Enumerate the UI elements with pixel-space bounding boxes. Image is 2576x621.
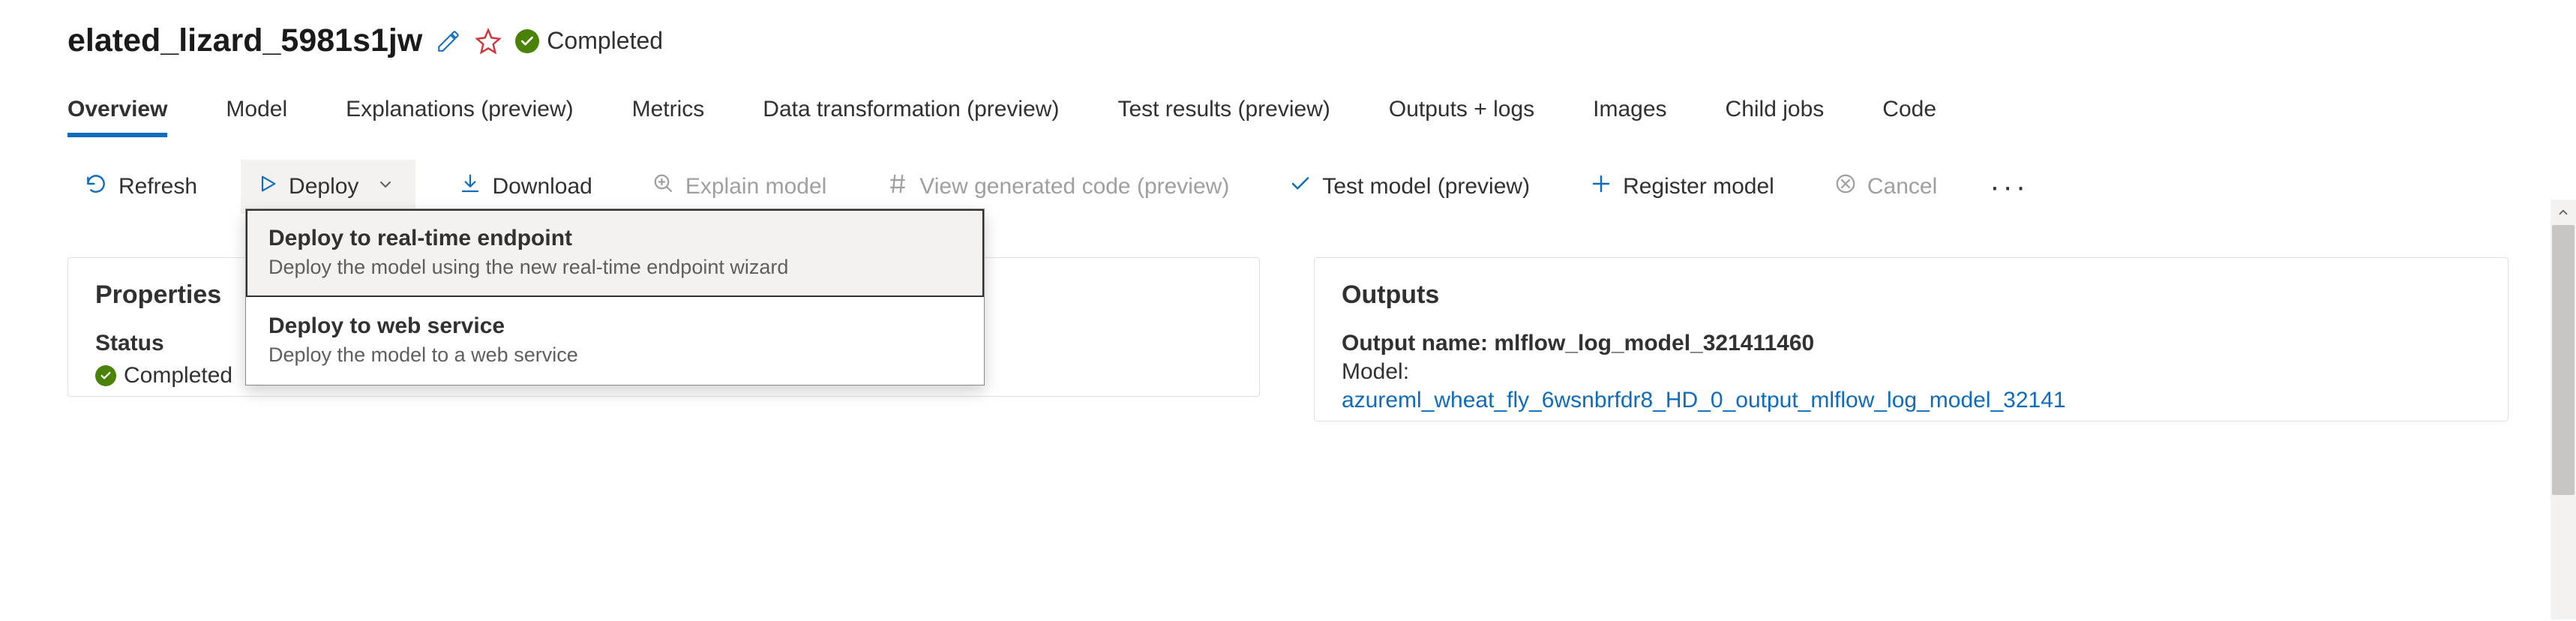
dd-title: Deploy to web service — [268, 314, 961, 339]
outputs-card: Outputs Output name: mlflow_log_model_32… — [1314, 257, 2509, 422]
output-model-label: Model: — [1342, 359, 2481, 385]
refresh-icon — [84, 172, 108, 202]
view-code-button: View generated code (preview) — [870, 159, 1246, 214]
tab-data-transformation[interactable]: Data transformation (preview) — [763, 97, 1059, 137]
refresh-label: Refresh — [118, 174, 197, 200]
viewcode-label: View generated code (preview) — [919, 174, 1229, 200]
deploy-button[interactable]: Deploy — [241, 160, 415, 214]
refresh-button[interactable]: Refresh — [67, 158, 214, 215]
dd-desc: Deploy the model using the new real-time… — [268, 256, 961, 279]
chevron-down-icon — [376, 174, 394, 200]
hash-icon — [886, 172, 909, 201]
edit-icon[interactable] — [436, 28, 461, 54]
explain-model-button: Explain model — [636, 159, 843, 214]
toolbar: Refresh Deploy Download Explain model — [67, 158, 2509, 215]
explain-label: Explain model — [685, 174, 826, 200]
deploy-web-service[interactable]: Deploy to web service Deploy the model t… — [246, 297, 984, 385]
download-icon — [459, 172, 481, 201]
deploy-label: Deploy — [289, 174, 358, 200]
deploy-realtime-endpoint[interactable]: Deploy to real-time endpoint Deploy the … — [246, 209, 984, 297]
tab-images[interactable]: Images — [1593, 97, 1666, 137]
dd-title: Deploy to real-time endpoint — [268, 226, 961, 251]
header: elated_lizard_5981s1jw Completed — [67, 22, 2509, 59]
check-circle-icon — [95, 365, 116, 386]
testmodel-label: Test model (preview) — [1322, 174, 1530, 200]
download-button[interactable]: Download — [442, 159, 608, 214]
overflow-menu-button[interactable]: ··· — [1981, 170, 2038, 204]
tab-outputs-logs[interactable]: Outputs + logs — [1389, 97, 1534, 137]
register-label: Register model — [1623, 174, 1774, 200]
page-root: elated_lizard_5981s1jw Completed Overvie… — [0, 0, 2576, 422]
download-label: Download — [492, 174, 592, 200]
tab-overview[interactable]: Overview — [67, 97, 167, 137]
status-text: Completed — [547, 27, 663, 55]
check-circle-icon — [515, 29, 539, 53]
scroll-up-arrow-icon[interactable] — [2551, 200, 2576, 225]
tab-explanations[interactable]: Explanations (preview) — [346, 97, 573, 137]
status-value-row: Completed — [95, 363, 232, 388]
status-value: Completed — [124, 363, 232, 388]
cancel-circle-icon — [1834, 172, 1857, 201]
deploy-dropdown: Deploy to real-time endpoint Deploy the … — [245, 208, 985, 386]
output-name-row: Output name: mlflow_log_model_321411460 — [1342, 331, 2481, 356]
tab-model[interactable]: Model — [226, 97, 287, 137]
job-title: elated_lizard_5981s1jw — [67, 22, 422, 59]
test-model-button[interactable]: Test model (preview) — [1273, 159, 1546, 214]
plus-icon — [1590, 172, 1612, 201]
tab-child-jobs[interactable]: Child jobs — [1726, 97, 1825, 137]
vertical-scrollbar[interactable] — [2551, 200, 2576, 620]
output-name-label: Output name: — [1342, 331, 1494, 356]
favorite-star-icon[interactable] — [475, 28, 502, 55]
tabs: Overview Model Explanations (preview) Me… — [67, 97, 2509, 137]
scroll-thumb[interactable] — [2552, 225, 2575, 495]
play-icon — [257, 173, 278, 200]
cancel-button: Cancel — [1818, 159, 1954, 214]
dd-desc: Deploy the model to a web service — [268, 344, 961, 367]
output-model-link[interactable]: azureml_wheat_fly_6wsnbrfdr8_HD_0_output… — [1342, 388, 2481, 413]
register-model-button[interactable]: Register model — [1573, 159, 1791, 214]
outputs-title: Outputs — [1342, 280, 2481, 310]
magnify-plus-icon — [652, 172, 675, 201]
status-badge: Completed — [515, 27, 663, 55]
tab-test-results[interactable]: Test results (preview) — [1117, 97, 1330, 137]
output-name-value: mlflow_log_model_321411460 — [1494, 331, 1814, 356]
tab-metrics[interactable]: Metrics — [632, 97, 705, 137]
tab-code[interactable]: Code — [1882, 97, 1936, 137]
cancel-label: Cancel — [1867, 174, 1937, 200]
checkmark-icon — [1289, 172, 1312, 201]
